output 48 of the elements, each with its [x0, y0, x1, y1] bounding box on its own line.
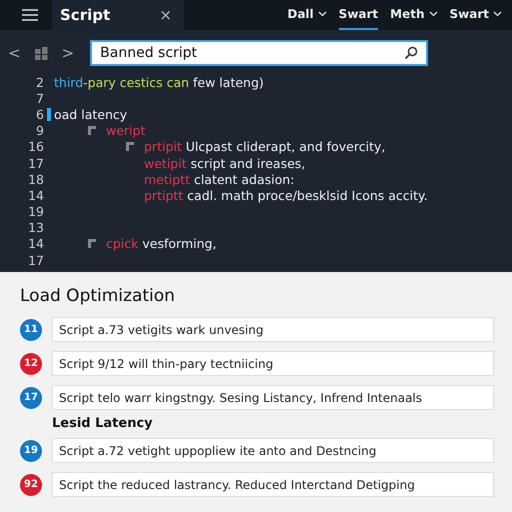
code-line: prtipit Ulcpast cliderapt, and fovercity,	[144, 139, 386, 154]
line-number: 14	[27, 236, 44, 252]
list-item[interactable]: Script the reduced lastrancy. Reduced Interctand Detigping	[52, 472, 494, 497]
menu-icon[interactable]	[22, 9, 38, 21]
search-field[interactable]: Banned script	[90, 40, 428, 66]
line-number: 7	[35, 90, 44, 106]
number-badge: 19	[20, 440, 42, 462]
number-badge: 12	[20, 352, 42, 374]
fold-marker-icon[interactable]	[88, 126, 96, 136]
grid-icon[interactable]	[34, 46, 48, 60]
line-number: 16	[27, 139, 44, 154]
forward-button[interactable]: >	[62, 44, 74, 62]
number-badge: 11	[20, 318, 42, 340]
line-number: 6	[35, 106, 44, 122]
nav-menu-item[interactable]: Dall	[287, 0, 327, 30]
list-item[interactable]: Script a.73 vetigits wark unvesing	[52, 317, 494, 342]
code-line: third-pary cestics can few lateng)	[54, 74, 264, 90]
list-item[interactable]: Script telo warr kingstngy. Sesing Listancy, Infrend Intenaals	[52, 385, 494, 410]
code-line: wetipit script and ireases,	[144, 156, 306, 171]
section-heading: Lesid Latency	[52, 416, 154, 431]
line-number: 17	[27, 156, 44, 171]
search-icon[interactable]	[404, 46, 418, 60]
line-number: 2	[35, 74, 44, 90]
line-number: 18	[27, 172, 44, 187]
line-number: 14	[27, 188, 44, 203]
list-item[interactable]: Script a.72 vetight uppopliew ite anto and Destncing	[52, 438, 494, 463]
nav-menu-item[interactable]: Meth	[390, 0, 438, 30]
tab-title: Script	[60, 6, 110, 24]
code-line: weript	[106, 123, 146, 138]
line-number: 9	[35, 123, 44, 138]
editor-tab[interactable]: Script ×	[52, 0, 184, 30]
back-button[interactable]: <	[8, 44, 21, 62]
number-badge: 92	[20, 474, 42, 496]
code-line: cpick vesforming,	[106, 236, 216, 252]
number-badge: 17	[20, 386, 42, 408]
code-line: prtiptt cadl. math proce/besklsid Icons accity.	[144, 188, 428, 203]
fold-marker-icon[interactable]	[126, 142, 134, 152]
code-line: oad latency	[54, 106, 128, 122]
section-heading: Load Optimization	[20, 286, 176, 306]
fold-marker-icon[interactable]	[88, 239, 96, 248]
line-number: 17	[27, 252, 44, 268]
nav-menu-item[interactable]: Swart	[450, 0, 502, 30]
close-button[interactable]: ×	[159, 6, 172, 24]
line-number: 19	[27, 204, 44, 220]
list-item[interactable]: Script 9/12 will thin-pary tectniicing	[52, 351, 494, 376]
line-number: 13	[27, 220, 44, 236]
nav-menu-item[interactable]: Swart	[338, 0, 378, 30]
code-line: metiptt clatent adasion:	[144, 172, 294, 187]
